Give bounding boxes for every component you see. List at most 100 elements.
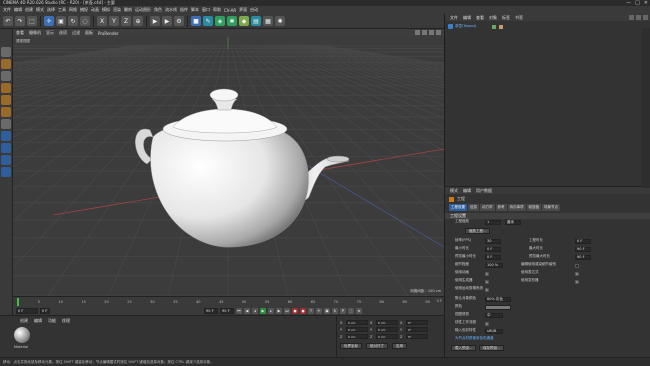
- viewport-menu-item[interactable]: 选项: [59, 30, 67, 36]
- material-menu-item[interactable]: 功能: [48, 318, 56, 324]
- timeline-ruler[interactable]: 051015202530354045505560657075808590 0 F: [13, 296, 444, 306]
- menu-item[interactable]: 文件: [3, 7, 11, 13]
- workplane-icon[interactable]: [1, 143, 11, 153]
- attribute-tab[interactable]: 工程设置: [449, 204, 467, 211]
- menu-item[interactable]: 动画: [91, 7, 99, 13]
- lod-field[interactable]: 100 %: [485, 263, 503, 268]
- save-preset-button[interactable]: 保存预设...: [479, 345, 505, 351]
- texture-mode-icon[interactable]: [1, 71, 11, 81]
- preview-end-field[interactable]: 90 F: [220, 307, 234, 314]
- preview-max-field[interactable]: 90 F: [575, 255, 591, 260]
- filter-icon[interactable]: [636, 15, 641, 20]
- render-settings-icon[interactable]: ⚙: [174, 16, 184, 26]
- model-mode-icon[interactable]: [1, 59, 11, 69]
- viewport-menu-item[interactable]: 显示: [46, 30, 54, 36]
- material-menu-item[interactable]: 编辑: [34, 318, 42, 324]
- attribute-tab[interactable]: 参考: [495, 204, 507, 211]
- coord-field[interactable]: 0 cm: [346, 327, 368, 332]
- goto-end-icon[interactable]: ⏭: [284, 307, 290, 314]
- menu-item[interactable]: 网格: [69, 7, 77, 13]
- viewport-menu-item[interactable]: 面板: [85, 30, 93, 36]
- search-icon[interactable]: [629, 15, 634, 20]
- visibility-check-icon[interactable]: [492, 24, 497, 29]
- param-key-icon[interactable]: P: [340, 307, 346, 314]
- camera-icon[interactable]: ▦: [263, 16, 273, 26]
- render-lod-checkbox[interactable]: [575, 264, 579, 268]
- menu-item[interactable]: 角色: [154, 7, 162, 13]
- cube-icon[interactable]: ■: [191, 16, 201, 26]
- current-frame-field[interactable]: 0 F: [40, 307, 50, 314]
- edges-mode-icon[interactable]: [1, 95, 11, 105]
- menu-item[interactable]: 脚本: [191, 7, 199, 13]
- scale-icon[interactable]: ▣: [56, 16, 66, 26]
- perspective-viewport[interactable]: 透视视图 网格间距：100 cm: [13, 37, 444, 296]
- coord-mode-dropdown[interactable]: 世界坐标: [340, 343, 362, 349]
- attribute-menu-item[interactable]: 模式: [450, 188, 458, 194]
- material-menu-item[interactable]: 纹理: [62, 318, 70, 324]
- max-time-field[interactable]: 90 F: [575, 247, 591, 252]
- rotation-key-icon[interactable]: ↻: [332, 307, 338, 314]
- viewport-menu-item[interactable]: 摄像机: [29, 30, 41, 36]
- menu-item[interactable]: 界面: [239, 7, 247, 13]
- menu-item[interactable]: 流水线: [165, 7, 177, 13]
- object-menu-item[interactable]: 标签: [502, 15, 510, 21]
- point-key-icon[interactable]: ⋮: [348, 307, 354, 314]
- use-motion-checkbox[interactable]: [485, 287, 489, 292]
- project-scale-field[interactable]: 1: [485, 220, 501, 225]
- rotate-icon[interactable]: ↻: [68, 16, 78, 26]
- select-icon[interactable]: ⬚: [27, 16, 37, 26]
- lock-workplane-icon[interactable]: [1, 155, 11, 165]
- timeline-menu-icon[interactable]: ≡: [356, 307, 362, 314]
- undo-icon[interactable]: ↶: [3, 16, 13, 26]
- linear-workflow-checkbox[interactable]: [485, 321, 489, 326]
- coord-field[interactable]: 0 cm: [346, 320, 368, 325]
- snap-icon[interactable]: [1, 131, 11, 141]
- menu-item[interactable]: 插件: [180, 7, 188, 13]
- polygons-mode-icon[interactable]: [1, 107, 11, 117]
- attribute-tab[interactable]: 帧插值: [526, 204, 541, 211]
- axis-mode-icon[interactable]: [1, 119, 11, 129]
- use-animation-checkbox[interactable]: [485, 271, 489, 276]
- input-color-dropdown[interactable]: sRGB: [485, 329, 503, 334]
- prev-key-icon[interactable]: ◀: [244, 307, 250, 314]
- view-clip-dropdown[interactable]: 中: [485, 313, 503, 318]
- menu-item[interactable]: 工具: [58, 7, 66, 13]
- attribute-tab[interactable]: 动力学: [480, 204, 495, 211]
- zoom-icon[interactable]: [422, 30, 427, 35]
- menu-item[interactable]: 启动: [250, 7, 258, 13]
- prev-frame-icon[interactable]: ◂: [252, 307, 258, 314]
- menu-item[interactable]: 渲染: [113, 7, 121, 13]
- axis-z-icon[interactable]: Z: [121, 16, 131, 26]
- move-icon[interactable]: ✛: [44, 16, 54, 26]
- subdivision-icon[interactable]: ◈: [215, 16, 225, 26]
- object-menu-item[interactable]: 编辑: [463, 15, 471, 21]
- coord-field[interactable]: 0°: [406, 327, 428, 332]
- orbit-icon[interactable]: [429, 30, 434, 35]
- live-select-icon[interactable]: ◌: [80, 16, 90, 26]
- coord-field[interactable]: 0°: [406, 320, 428, 325]
- render-view-icon[interactable]: ▶: [150, 16, 160, 26]
- solo-icon[interactable]: [1, 167, 11, 177]
- viewport-menu-item[interactable]: 查看: [16, 30, 24, 36]
- make-editable-icon[interactable]: [1, 47, 11, 57]
- use-expression-checkbox[interactable]: [575, 271, 579, 276]
- menu-item[interactable]: 模式: [36, 7, 44, 13]
- scene-icon[interactable]: ▤: [251, 16, 261, 26]
- record-icon[interactable]: ●: [292, 307, 298, 314]
- menu-item[interactable]: 模拟: [102, 7, 110, 13]
- scale-key-icon[interactable]: ▣: [324, 307, 330, 314]
- attribute-tab[interactable]: 场景节点: [542, 204, 560, 211]
- load-preset-button[interactable]: 载入预设...: [451, 345, 477, 351]
- coord-field[interactable]: 0 cm: [376, 327, 398, 332]
- pen-icon[interactable]: ✎: [203, 16, 213, 26]
- scale-project-button[interactable]: 缩放工程...: [465, 228, 491, 234]
- menu-item[interactable]: 捕捉: [80, 7, 88, 13]
- pan-icon[interactable]: [415, 30, 420, 35]
- play-icon[interactable]: ▶: [260, 307, 266, 314]
- object-menu-item[interactable]: 文件: [450, 15, 458, 21]
- material-menu-item[interactable]: 创建: [20, 318, 28, 324]
- attribute-tab[interactable]: 信息: [468, 204, 479, 211]
- use-deformer-checkbox[interactable]: [575, 279, 579, 284]
- min-time-field[interactable]: 0 F: [485, 247, 501, 252]
- viewport-menu-item[interactable]: 过滤: [72, 30, 80, 36]
